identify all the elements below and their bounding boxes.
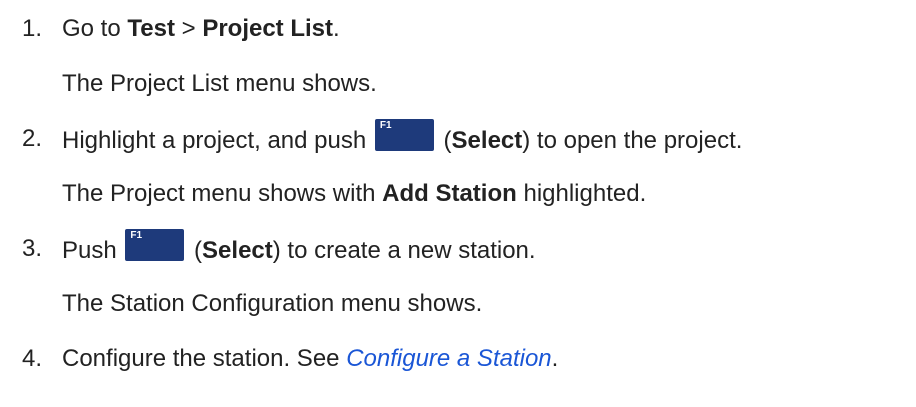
configure-station-link[interactable]: Configure a Station	[346, 345, 551, 372]
text-run: Go to	[62, 15, 128, 42]
softkey-name-select: Select	[202, 237, 273, 264]
step-number: 1.	[22, 15, 43, 42]
text-run: Highlight a project, and push	[62, 127, 373, 154]
text-run: Push	[62, 237, 124, 264]
text-run: ) to open the project.	[522, 127, 743, 154]
text-run: .	[551, 345, 559, 372]
step-number: 2.	[22, 125, 43, 152]
menu-item-add-station: Add Station	[382, 180, 517, 207]
result-text: The Station Configuration menu shows.	[62, 290, 483, 317]
text-run: (	[187, 237, 203, 264]
step-text: Configure the station. See Configure a S…	[62, 339, 558, 379]
text-run: highlighted.	[516, 180, 647, 207]
procedure-steps: 1. Go to Test > Project List. The Projec…	[0, 0, 916, 407]
menu-name-test: Test	[127, 15, 175, 42]
softkey-name-select: Select	[451, 127, 523, 154]
result-text: The Project menu shows with Add Station …	[62, 174, 646, 214]
key-label: F1	[379, 120, 392, 131]
step-text: Push F1 (Select) to create a new station…	[62, 229, 536, 271]
step-text: Go to Test > Project List.	[62, 9, 340, 49]
menu-name-project-list: Project List	[202, 15, 334, 42]
text-run: >	[174, 15, 203, 42]
step-number: 3.	[22, 235, 43, 262]
key-label: F1	[130, 230, 143, 241]
step-number: 4.	[22, 345, 43, 372]
f1-key-icon: F1	[125, 229, 185, 261]
text-run: The Project menu shows with	[62, 180, 383, 207]
result-text: The Project List menu shows.	[62, 70, 377, 97]
text-run: ) to create a new station.	[272, 237, 536, 264]
text-run: Configure the station. See	[62, 345, 347, 372]
f1-key-icon: F1	[374, 119, 434, 151]
text-run: (	[436, 127, 452, 154]
text-run: .	[333, 15, 340, 42]
step-text: Highlight a project, and push F1 (Select…	[62, 119, 742, 161]
